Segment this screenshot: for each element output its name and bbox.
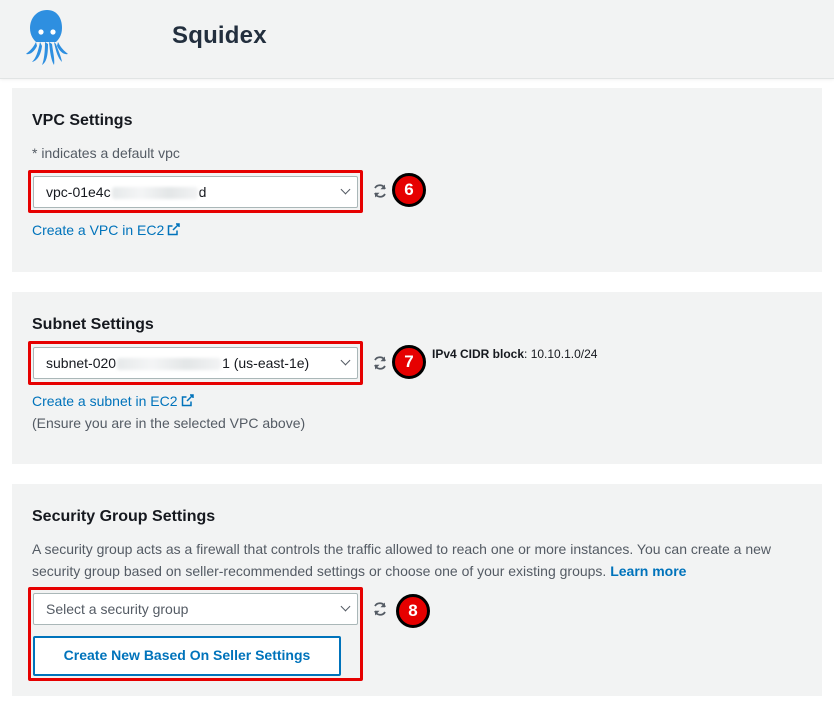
security-group-title: Security Group Settings [32, 508, 216, 525]
external-link-icon [168, 223, 181, 236]
step-badge-8: 8 [396, 594, 430, 628]
security-group-select-placeholder: Select a security group [46, 601, 189, 617]
chevron-down-icon [340, 184, 351, 195]
subnet-select-value-prefix: subnet-020 [46, 355, 117, 371]
cidr-block-value: : 10.10.1.0/24 [524, 347, 598, 361]
vpc-select-value-prefix: vpc-01e4c [46, 184, 111, 200]
chevron-down-icon [340, 601, 351, 612]
vpc-settings-title: VPC Settings [32, 112, 133, 129]
subnet-vpc-note: (Ensure you are in the selected VPC abov… [32, 415, 306, 431]
top-bar: Squidex [0, 0, 834, 79]
redacted-text [111, 187, 198, 200]
subnet-select[interactable]: subnet-020 1 (us-east-1e) [33, 347, 358, 379]
learn-more-link[interactable]: Learn more [610, 563, 686, 579]
redacted-text [117, 358, 222, 371]
create-vpc-link-label: Create a VPC in EC2 [32, 222, 165, 238]
security-group-description: A security group acts as a firewall that… [32, 538, 812, 582]
chevron-down-icon [340, 355, 351, 366]
default-vpc-hint: * indicates a default vpc [32, 145, 180, 161]
create-security-group-button[interactable]: Create New Based On Seller Settings [33, 636, 341, 676]
create-subnet-link-label: Create a subnet in EC2 [32, 393, 178, 409]
create-subnet-link[interactable]: Create a subnet in EC2 [32, 393, 194, 409]
refresh-icon[interactable] [372, 355, 388, 371]
subnet-settings-title: Subnet Settings [32, 316, 154, 333]
create-vpc-link[interactable]: Create a VPC in EC2 [32, 222, 181, 238]
squid-logo-icon [26, 10, 68, 65]
step-badge-7: 7 [392, 345, 426, 379]
subnet-select-value-suffix: 1 (us-east-1e) [222, 355, 310, 371]
refresh-icon[interactable] [372, 183, 388, 199]
refresh-icon[interactable] [372, 601, 388, 617]
vpc-select-value-suffix: d [198, 184, 207, 200]
step-badge-6: 6 [392, 173, 426, 207]
security-group-select[interactable]: Select a security group [33, 593, 358, 625]
cidr-block-label: IPv4 CIDR block [432, 347, 525, 361]
external-link-icon [181, 394, 194, 407]
brand-name: Squidex [172, 22, 267, 49]
cidr-block-info: IPv4 CIDR block: 10.10.1.0/24 [432, 347, 597, 361]
vpc-select[interactable]: vpc-01e4c d [33, 176, 358, 208]
